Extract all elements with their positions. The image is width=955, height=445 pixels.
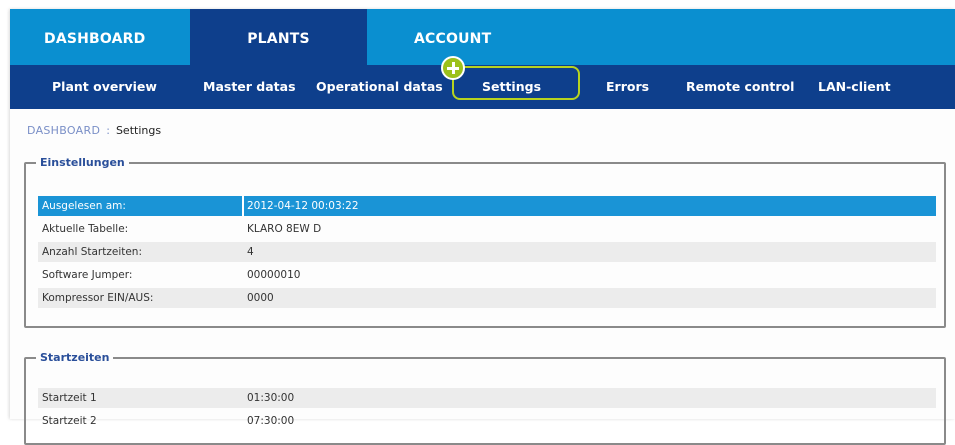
table-row[interactable]: Aktuelle Tabelle: KLARO 8EW D xyxy=(38,219,936,239)
settings-highlight xyxy=(452,66,580,100)
einstellungen-legend: Einstellungen xyxy=(40,156,125,169)
row-value: KLARO 8EW D xyxy=(247,223,322,235)
tab-plants[interactable]: PLANTS xyxy=(190,9,367,65)
subnav-plant-overview[interactable]: Plant overview xyxy=(52,65,157,109)
row-label: Anzahl Startzeiten: xyxy=(42,246,143,258)
subnav-master-datas[interactable]: Master datas xyxy=(203,65,296,109)
table-row[interactable]: Kompressor EIN/AUS: 0000 xyxy=(38,288,936,308)
row-value: 4 xyxy=(247,246,254,258)
row-value: 0000 xyxy=(247,292,274,304)
breadcrumb-separator: : xyxy=(106,124,110,137)
startzeiten-legend: Startzeiten xyxy=(40,351,110,364)
row-label: Startzeit 1 xyxy=(42,392,97,404)
row-label: Aktuelle Tabelle: xyxy=(42,223,129,235)
subnav-operational-datas[interactable]: Operational datas xyxy=(316,65,443,109)
table-row[interactable]: Startzeit 1 01:30:00 xyxy=(38,388,936,408)
row-label: Kompressor EIN/AUS: xyxy=(42,292,154,304)
einstellungen-panel: Einstellungen Ausgelesen am: 2012-04-12 … xyxy=(24,156,946,328)
row-label: Software Jumper: xyxy=(42,269,133,281)
plus-icon xyxy=(441,56,465,80)
row-label: Ausgelesen am: xyxy=(42,200,126,212)
breadcrumb-current: Settings xyxy=(115,124,162,137)
row-value: 00000010 xyxy=(247,269,301,281)
row-label: Startzeit 2 xyxy=(42,415,97,427)
row-value: 2012-04-12 00:03:22 xyxy=(247,200,359,212)
breadcrumb-dashboard-link[interactable]: DASHBOARD xyxy=(27,124,100,137)
row-divider xyxy=(242,196,244,216)
table-row[interactable]: Startzeit 2 07:30:00 xyxy=(38,411,936,431)
table-row[interactable]: Software Jumper: 00000010 xyxy=(38,265,936,285)
app-frame: DASHBOARD PLANTS ACCOUNT Plant overview … xyxy=(10,9,955,445)
startzeiten-panel: Startzeiten Startzeit 1 01:30:00 Startze… xyxy=(24,351,946,445)
row-value: 07:30:00 xyxy=(247,415,295,427)
table-row[interactable]: Anzahl Startzeiten: 4 xyxy=(38,242,936,262)
subnav-errors[interactable]: Errors xyxy=(606,65,649,109)
tab-dashboard[interactable]: DASHBOARD xyxy=(44,9,146,65)
subnav-lan-client[interactable]: LAN-client xyxy=(818,65,891,109)
table-row[interactable]: Ausgelesen am: 2012-04-12 00:03:22 xyxy=(38,196,936,216)
breadcrumb: DASHBOARD: Settings xyxy=(27,124,161,137)
row-value: 01:30:00 xyxy=(247,392,295,404)
subnav-remote-control[interactable]: Remote control xyxy=(686,65,794,109)
top-navigation: DASHBOARD PLANTS ACCOUNT xyxy=(10,9,955,65)
